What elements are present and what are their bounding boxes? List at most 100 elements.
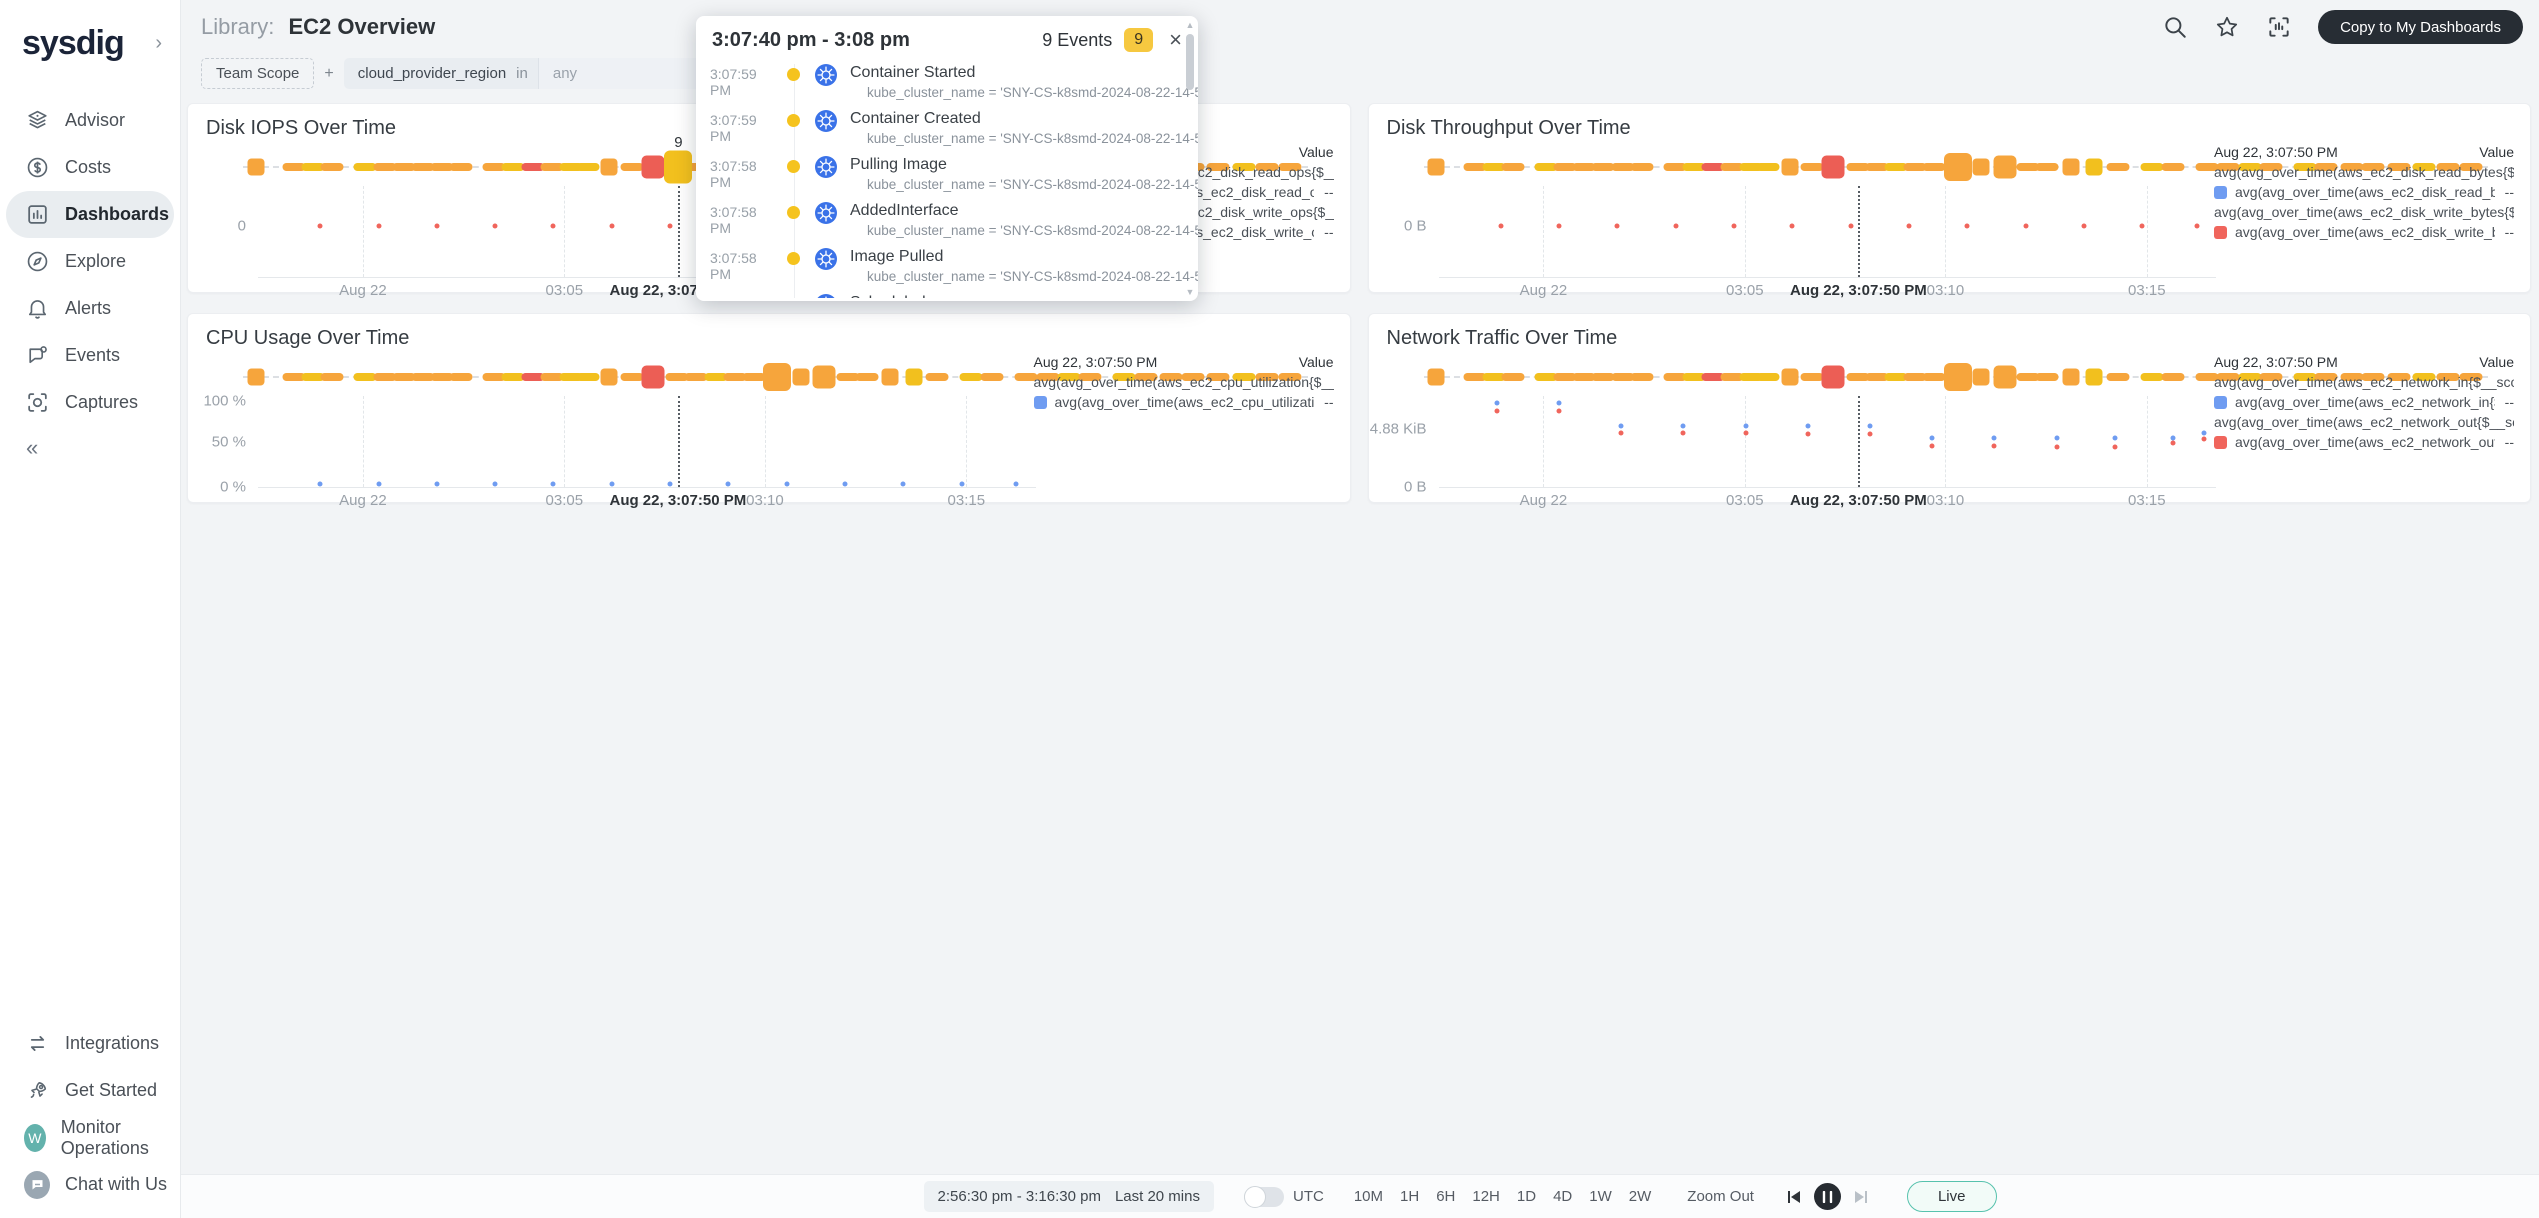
sidebar-item-integrations[interactable]: Integrations [0,1020,180,1067]
event-marker[interactable] [1943,153,1972,181]
event-marker[interactable] [620,163,644,171]
event-marker[interactable] [2161,163,2185,171]
event-marker[interactable] [641,365,665,389]
sidebar-item-monitor-operations[interactable]: W Monitor Operations [0,1114,180,1161]
event-marker[interactable] [2140,373,2164,381]
event-marker[interactable] [1922,163,1946,171]
event-marker[interactable] [742,373,766,381]
plot-area[interactable]: Aug 22 03:05 Aug 22, 3:07:50 PM 03:10 03:15 1… [203,392,1036,509]
event-marker[interactable] [600,368,618,386]
fullscreen-icon[interactable] [2266,14,2292,40]
event-marker[interactable] [1427,158,1445,176]
copy-to-dashboards-button[interactable]: Copy to My Dashboards [2318,10,2523,44]
range-10m[interactable]: 10M [1354,1188,1383,1205]
event-marker[interactable] [320,373,344,381]
event-marker[interactable] [959,373,983,381]
event-marker[interactable] [980,373,1004,381]
event-marker[interactable] [881,368,899,386]
plot-area[interactable]: Aug 22 03:05 Aug 22, 3:07:50 PM 03:10 03:15 0… [1404,186,2216,299]
event-marker[interactable] [2085,158,2103,176]
zoom-out-button[interactable]: Zoom Out [1687,1188,1754,1205]
event-marker[interactable] [1993,365,2017,389]
event-row[interactable]: 3:07:58 PM Image Pulled kube_cluster_name … [696,244,1198,290]
sidebar-item-get-started[interactable]: Get Started [0,1067,180,1114]
event-marker[interactable] [1630,373,1654,381]
selected-event-marker[interactable] [664,150,693,184]
event-marker[interactable] [1756,163,1780,171]
legend-series-row[interactable]: avg(avg_over_time(aws_ec2_cpu_utilizati.… [1033,392,1334,412]
event-marker[interactable] [600,158,618,176]
event-marker[interactable] [641,155,665,179]
event-marker[interactable] [2085,368,2103,386]
close-icon[interactable]: × [1169,29,1182,51]
range-1w[interactable]: 1W [1589,1188,1612,1205]
event-marker[interactable] [2140,163,2164,171]
event-marker[interactable] [2035,163,2059,171]
team-scope-chip[interactable]: Team Scope [201,58,315,89]
event-row[interactable]: 3:07:59 PM Container Created kube_cluster_… [696,106,1198,152]
event-marker[interactable] [1781,158,1799,176]
range-1h[interactable]: 1H [1400,1188,1419,1205]
live-button[interactable]: Live [1906,1181,1997,1212]
event-marker[interactable] [855,373,879,381]
event-marker[interactable] [2062,368,2080,386]
event-row[interactable]: 3:07:57 PMScheduledkube_cluster_name = '… [696,290,1198,298]
event-marker[interactable] [905,368,923,386]
event-marker[interactable] [1781,368,1799,386]
star-icon[interactable] [2214,14,2240,40]
range-2w[interactable]: 2W [1629,1188,1652,1205]
event-marker[interactable] [763,363,792,391]
event-marker[interactable] [1756,373,1780,381]
event-marker[interactable] [320,163,344,171]
utc-toggle[interactable] [1243,1185,1284,1208]
event-marker[interactable] [925,373,949,381]
event-marker[interactable] [2035,373,2059,381]
sidebar-item-advisor[interactable]: Advisor [0,97,180,144]
sidebar-item-explore[interactable]: Explore [0,238,180,285]
event-marker[interactable] [449,163,473,171]
event-marker[interactable] [247,368,265,386]
event-marker[interactable] [1943,363,1972,391]
event-marker[interactable] [1993,155,2017,179]
event-marker[interactable] [620,373,644,381]
sidebar-item-chat-with-us[interactable]: Chat with Us [0,1161,180,1208]
event-marker[interactable] [576,163,600,171]
sidebar-collapse-button[interactable]: « [0,426,180,470]
event-marker[interactable] [1630,163,1654,171]
range-4d[interactable]: 4D [1553,1188,1572,1205]
event-row[interactable]: 3:07:59 PM Container Started kube_cluster_… [696,60,1198,106]
legend-series-row[interactable]: avg(avg_over_time(aws_ec2_network_out{..… [2214,432,2514,452]
event-marker[interactable] [1800,373,1824,381]
plot-area[interactable]: Aug 22 03:05 Aug 22, 3:07:50 PM 03:10 03:15 4… [1370,396,2216,509]
pause-button[interactable] [1813,1183,1841,1210]
skip-back-icon[interactable] [1784,1187,1804,1207]
event-marker[interactable] [1922,373,1946,381]
event-marker[interactable] [2106,163,2130,171]
sidebar-item-events[interactable]: Events [0,332,180,379]
event-marker[interactable] [247,158,265,176]
event-marker[interactable] [576,373,600,381]
event-marker[interactable] [1972,158,1990,176]
event-marker[interactable] [1501,373,1525,381]
event-row[interactable]: 3:07:58 PM Pulling Image kube_cluster_name… [696,152,1198,198]
skip-forward-icon[interactable] [1851,1187,1871,1207]
search-icon[interactable] [2162,14,2188,40]
sidebar-item-costs[interactable]: Costs [0,144,180,191]
popup-scrollbar[interactable]: ▲ ▼ [1185,20,1195,297]
legend-series-row[interactable]: avg(avg_over_time(aws_ec2_network_in{$..… [2214,392,2514,412]
sidebar-item-captures[interactable]: Captures [0,379,180,426]
event-marker[interactable] [1427,368,1445,386]
scrollbar-thumb[interactable] [1186,34,1194,90]
event-marker[interactable] [2062,158,2080,176]
range-12h[interactable]: 12H [1472,1188,1500,1205]
event-marker[interactable] [2161,373,2185,381]
sidebar-expand-icon[interactable]: › [155,32,162,55]
sidebar-item-alerts[interactable]: Alerts [0,285,180,332]
event-row[interactable]: 3:07:58 PM AddedInterface kube_cluster_nam… [696,198,1198,244]
event-marker[interactable] [449,373,473,381]
event-marker[interactable] [792,368,810,386]
legend-series-row[interactable]: avg(avg_over_time(aws_ec2_disk_read_by..… [2214,182,2514,202]
legend-series-row[interactable]: avg(avg_over_time(aws_ec2_disk_write_b..… [2214,222,2514,242]
event-marker[interactable] [2106,373,2130,381]
range-6h[interactable]: 6H [1436,1188,1455,1205]
